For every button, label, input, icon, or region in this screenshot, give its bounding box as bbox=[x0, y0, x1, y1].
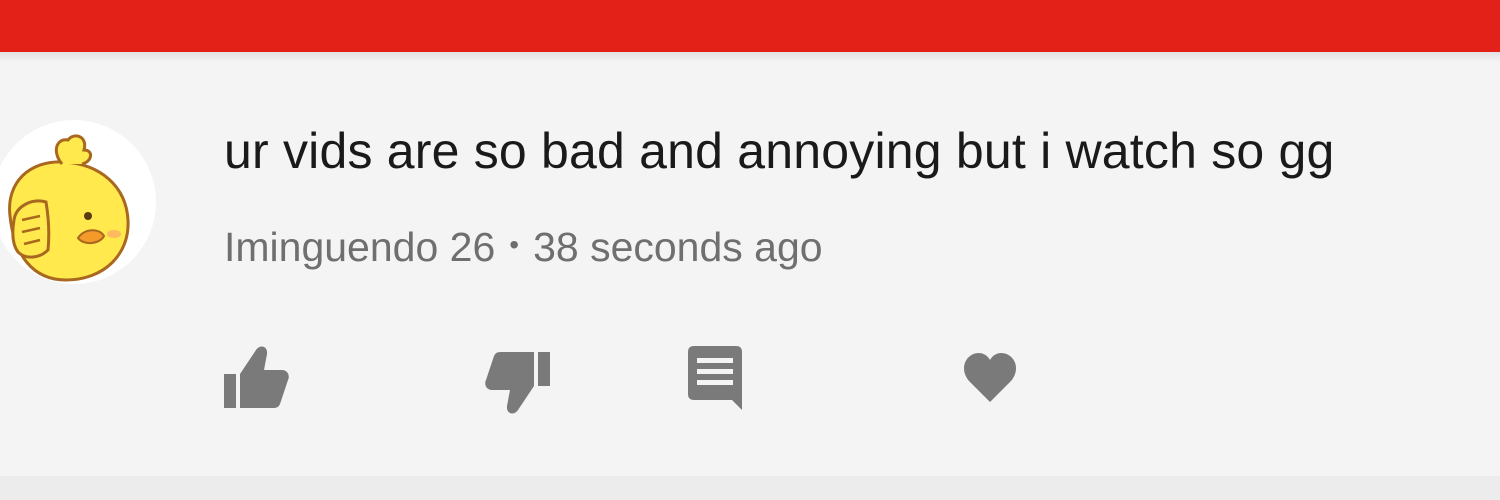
author-name[interactable]: Iminguendo 26 bbox=[224, 224, 495, 270]
comment-timestamp: 38 seconds ago bbox=[533, 224, 823, 270]
bottom-divider bbox=[0, 476, 1500, 500]
comment-meta: Iminguendo 26 • 38 seconds ago bbox=[224, 224, 823, 271]
reply-button[interactable] bbox=[682, 338, 752, 418]
comment-icon bbox=[688, 346, 742, 410]
meta-separator: • bbox=[509, 229, 520, 260]
cartoon-duck-avatar-icon bbox=[8, 134, 130, 282]
avatar[interactable] bbox=[0, 120, 156, 284]
comment-text: ur vids are so bad and annoying but i wa… bbox=[224, 123, 1335, 179]
dislike-button[interactable] bbox=[484, 338, 554, 418]
thumbs-down-icon bbox=[485, 352, 550, 414]
header-shadow bbox=[0, 52, 1500, 62]
thumbs-up-icon bbox=[224, 346, 289, 408]
comment-card: ur vids are so bad and annoying but i wa… bbox=[0, 62, 1500, 476]
app-header-bar bbox=[0, 0, 1500, 52]
heart-icon bbox=[964, 352, 1016, 402]
heart-button[interactable] bbox=[958, 338, 1028, 418]
like-button[interactable] bbox=[222, 338, 292, 418]
